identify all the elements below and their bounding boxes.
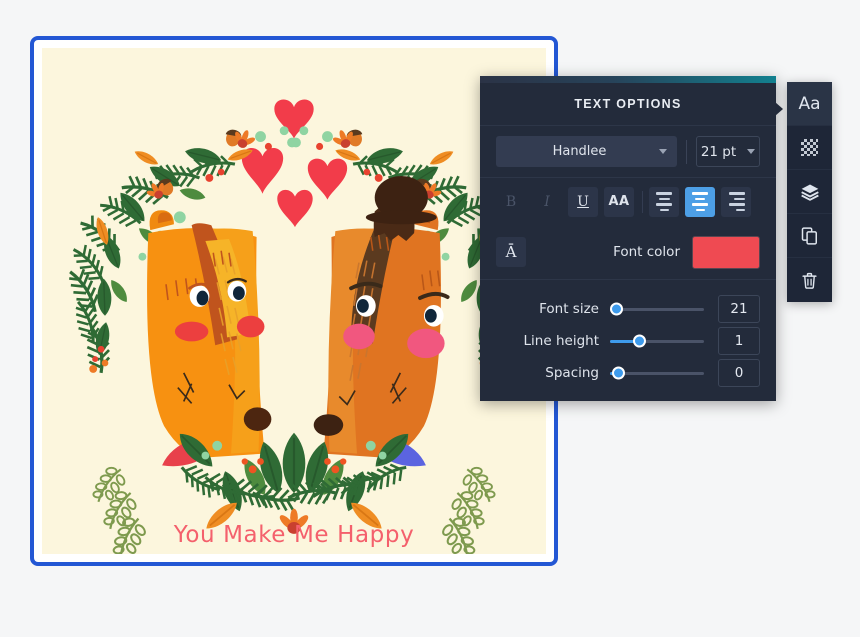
text-case-button[interactable]: Ā (496, 237, 526, 267)
line-height-slider-knob[interactable] (632, 334, 646, 348)
font-family-dropdown[interactable]: Handlee (496, 136, 677, 167)
text-icon: Aa (798, 93, 821, 114)
design-canvas[interactable]: You Make Me Happy (42, 48, 546, 554)
align-bar (695, 197, 705, 200)
duplicate-icon (801, 226, 817, 245)
align-bar (659, 208, 669, 211)
layers-icon (800, 184, 819, 201)
align-bar (692, 203, 708, 206)
spacing-slider-label: Spacing (545, 365, 599, 381)
panel-title: TEXT OPTIONS (480, 83, 776, 126)
format-row: B I U AA (480, 178, 776, 225)
transparency-icon (801, 139, 818, 156)
divider (686, 139, 687, 164)
font-size-value: 21 pt (700, 143, 737, 160)
font-family-value: Handlee (552, 144, 607, 159)
text-options-panel: TEXT OPTIONS Handlee 21 pt B I U AA Ā Fo… (480, 76, 783, 401)
font-size-slider-row: Font size 21 (496, 293, 760, 325)
spacing-slider-track[interactable] (610, 366, 704, 380)
align-bar (692, 192, 708, 195)
spacing-value-box[interactable]: 0 (718, 359, 760, 387)
underline-button[interactable]: U (568, 186, 598, 217)
uppercase-button[interactable]: AA (604, 186, 634, 217)
align-bar (736, 208, 745, 211)
line-height-slider-track[interactable] (610, 334, 704, 348)
chevron-down-icon (747, 149, 756, 154)
line-height-slider-label: Line height (523, 333, 599, 349)
spacing-slider-row: Spacing 0 (496, 357, 760, 389)
align-bar (656, 192, 672, 195)
sliders-section: Font size 21 Line height 1 Spacing 0 (480, 280, 776, 389)
hearts-group (241, 99, 348, 228)
tool-sidebar: Aa (787, 82, 832, 302)
font-color-label: Font color (613, 244, 680, 260)
bottom-bouquet (162, 426, 426, 535)
font-size-slider-track[interactable] (610, 302, 704, 316)
align-bar (656, 203, 672, 206)
design-text-element[interactable]: You Make Me Happy (42, 522, 546, 548)
chevron-down-icon (659, 149, 667, 154)
spacing-slider-knob[interactable] (611, 366, 625, 380)
align-right-button[interactable] (721, 186, 751, 217)
font-color-row: Ā Font color (480, 225, 776, 280)
sidebar-item-transparency[interactable] (787, 126, 832, 170)
align-bar (734, 197, 745, 200)
font-size-slider-knob[interactable] (610, 302, 624, 316)
panel-pointer-arrow (775, 102, 783, 116)
line-height-slider-row: Line height 1 (496, 325, 760, 357)
font-size-slider-label: Font size (539, 301, 599, 317)
sidebar-item-text[interactable]: Aa (787, 82, 832, 126)
panel-accent-bar (480, 76, 776, 83)
font-size-value-box[interactable]: 21 (718, 295, 760, 323)
line-height-value-box[interactable]: 1 (718, 327, 760, 355)
sidebar-item-duplicate[interactable] (787, 214, 832, 258)
font-size-dropdown[interactable]: 21 pt (696, 136, 760, 167)
font-color-swatch[interactable] (692, 235, 760, 269)
greeting-card-illustration (60, 99, 528, 554)
align-left-button[interactable] (649, 186, 679, 217)
divider (642, 190, 643, 213)
sidebar-item-layers[interactable] (787, 170, 832, 214)
align-bar (729, 203, 745, 206)
align-bar (658, 197, 670, 200)
italic-button[interactable]: I (532, 187, 562, 217)
align-bar (695, 208, 705, 211)
fox-right (313, 175, 450, 458)
bold-button[interactable]: B (496, 187, 526, 217)
align-center-button[interactable] (685, 186, 715, 217)
design-canvas-selection-frame[interactable]: You Make Me Happy (30, 36, 558, 566)
align-bar (729, 192, 745, 195)
sidebar-item-delete[interactable] (787, 258, 832, 302)
trash-icon (802, 272, 817, 289)
fox-left (147, 210, 272, 458)
font-row: Handlee 21 pt (480, 126, 776, 178)
